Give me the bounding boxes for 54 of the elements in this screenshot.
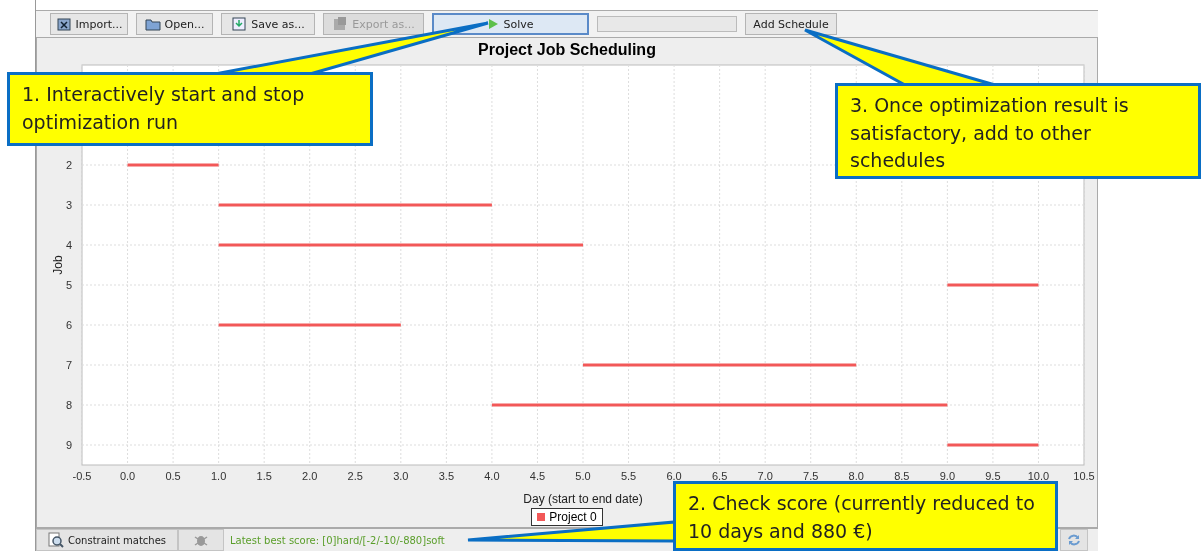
- x-tick-label: 5.0: [575, 470, 591, 482]
- toolbar-button[interactable]: Solve: [432, 13, 589, 35]
- legend-label: Project 0: [549, 510, 597, 524]
- toolbar-button[interactable]: Open...: [136, 13, 213, 35]
- refresh-button[interactable]: [1060, 529, 1088, 551]
- x-axis-label: Day (start to end date): [523, 492, 643, 506]
- y-tick-label: 6: [65, 319, 72, 331]
- play-icon: [487, 18, 500, 30]
- folder-icon: [144, 16, 161, 32]
- x-tick-label: 9.0: [939, 470, 955, 482]
- bug-icon: [194, 533, 208, 547]
- export-icon: [332, 16, 349, 32]
- y-axis-label: Job: [51, 255, 65, 275]
- bug-button[interactable]: [178, 529, 224, 551]
- y-tick-label: 9: [65, 439, 72, 451]
- x-tick-label: 9.5: [985, 470, 1001, 482]
- y-tick-label: 8: [65, 399, 72, 411]
- callout-note: 1. Interactively start and stop optimization run: [7, 72, 373, 146]
- chart-title: Project Job Scheduling: [478, 40, 656, 60]
- x-tick-label: 4.5: [529, 470, 546, 482]
- x-tick-label: 10.0: [1027, 470, 1050, 482]
- x-tick-label: 0.0: [119, 470, 136, 482]
- x-tick-label: 7.0: [757, 470, 773, 482]
- x-tick-label: 0.5: [165, 470, 181, 482]
- callout-note: 2. Check score (currently reduced to 10 days and 880 €): [673, 481, 1058, 551]
- magnifier-icon: [48, 532, 64, 548]
- y-tick-label: 5: [65, 279, 72, 291]
- x-tick-label: 7.5: [803, 470, 819, 482]
- y-tick-label: 4: [65, 239, 72, 251]
- x-tick-label: 3.0: [393, 470, 409, 482]
- refresh-icon: [1067, 533, 1081, 547]
- toolbar-button[interactable]: Import...: [50, 13, 128, 35]
- save-icon: [231, 16, 248, 32]
- x-tick-label: 8.5: [894, 470, 910, 482]
- x-tick-label: 10.5: [1073, 470, 1095, 482]
- x-tick-label: 2.0: [302, 470, 318, 482]
- x-tick-label: 1.5: [256, 470, 272, 482]
- x-tick-label: 6.5: [712, 470, 728, 482]
- y-tick-label: 3: [65, 199, 72, 211]
- x-tick-label: 4.0: [484, 470, 500, 482]
- import-icon: [55, 16, 72, 32]
- x-tick-label: 6.0: [666, 470, 682, 482]
- add-schedule-button[interactable]: Add Schedule: [745, 13, 837, 35]
- x-tick-label: -0.5: [72, 470, 92, 482]
- y-tick-label: 7: [65, 359, 72, 371]
- toolbar-button[interactable]: Save as...: [221, 13, 315, 35]
- x-tick-label: 1.0: [211, 470, 227, 482]
- constraint-matches-button[interactable]: Constraint matches: [36, 529, 178, 551]
- x-tick-label: 3.5: [438, 470, 454, 482]
- x-tick-label: 8.0: [848, 470, 864, 482]
- score-text: Latest best score: [0]hard/[-2/-10/-880]soft: [230, 534, 446, 546]
- y-tick-label: 2: [65, 159, 72, 171]
- x-tick-label: 2.5: [347, 470, 363, 482]
- x-tick-label: 5.5: [620, 470, 637, 482]
